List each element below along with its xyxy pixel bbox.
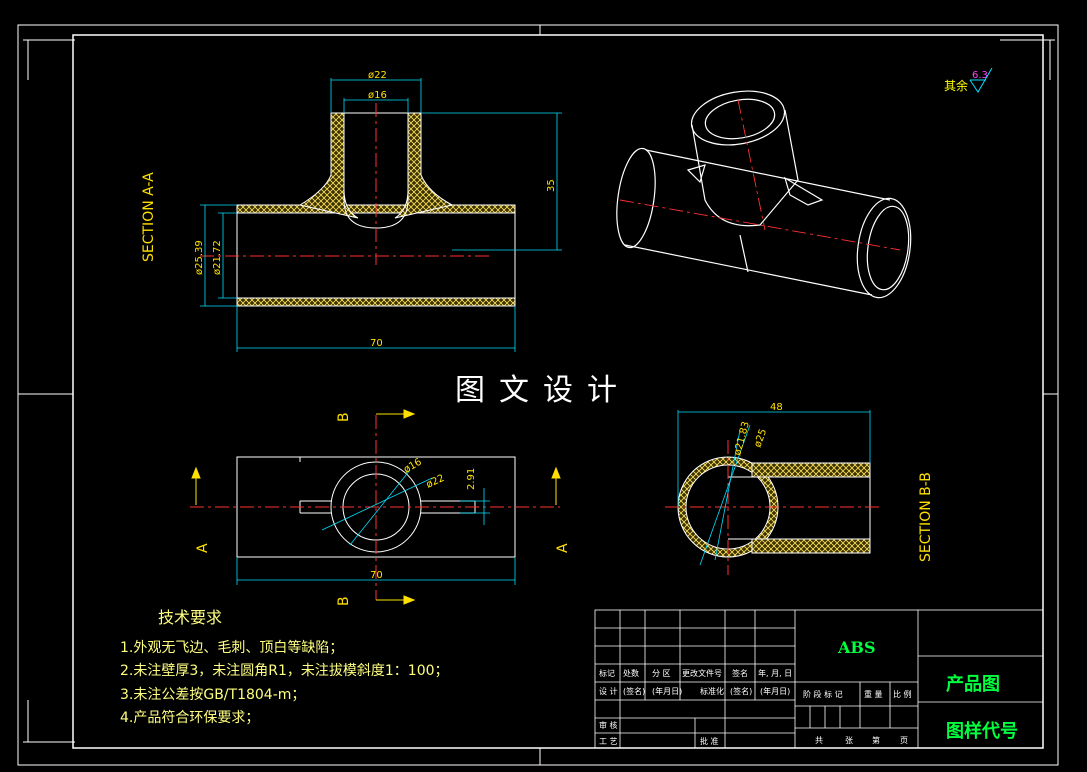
dim-d21: ø21.72	[212, 240, 223, 275]
tb-mark: 标记	[599, 668, 615, 678]
section-bb-label: SECTION B-B	[918, 472, 934, 562]
dim-len70-front: 70	[370, 338, 383, 349]
tb-standard: 标准化	[700, 686, 724, 696]
dim-h35: 35	[546, 179, 557, 192]
title-block: 标记 处数 分 区 更改文件号 签名 年, 月, 日 设 计 (签名) (年月日…	[594, 609, 1044, 749]
tb-date: 年, 月, 日	[758, 668, 792, 678]
dim-w291: 2.91	[466, 468, 477, 490]
tb-review: 审 核	[599, 720, 618, 730]
marker-a-left: A	[195, 543, 211, 553]
dim-d25-side: ø25	[752, 428, 769, 449]
tb-count: 处数	[623, 668, 639, 678]
tb-design-date: (年月日)	[652, 686, 682, 696]
section-aa-label: SECTION A-A	[141, 172, 157, 262]
tb-total: 共	[815, 736, 823, 745]
tb-weight: 重 量	[864, 689, 883, 699]
dim-d25: ø25.39	[194, 240, 205, 275]
isometric-view	[616, 90, 912, 299]
tb-design: 设 计	[599, 686, 618, 696]
tb-name: 产品图	[946, 673, 1000, 695]
dim-d16-top: ø16	[368, 90, 387, 101]
section-bb-view: 48 ø21.83 ø25 SECTION B-B	[665, 402, 934, 575]
tb-zone: 分 区	[652, 669, 671, 678]
marker-a-right: A	[555, 543, 571, 553]
tb-approve: 批 准	[700, 736, 719, 746]
marker-b-bottom: B	[336, 596, 352, 606]
tb-stage-mark: 阶 段 标 记	[803, 689, 843, 699]
tb-process: 工 艺	[599, 737, 618, 746]
surface-finish-note: 其余 6.3	[944, 67, 993, 93]
tb-sign: 签名	[732, 668, 748, 678]
tb-scale: 比 例	[893, 689, 912, 699]
tb-material: ABS	[837, 638, 876, 657]
tech-req-item-3: 3.未注公差按GB/T1804-m；	[120, 687, 305, 703]
section-aa-view: ø22 ø16 35 ø25.39 ø21.72 70 SECTION A-A	[141, 70, 562, 352]
tb-sheets: 张	[845, 736, 853, 745]
dim-d2183: ø21.83	[732, 420, 752, 456]
plan-view: A A B B ø16 ø22 2.91 70	[190, 409, 571, 606]
tech-req-item-2: 2.未注壁厚3，未注圆角R1，未注拔模斜度1：100；	[120, 663, 449, 679]
finish-label: 其余	[944, 78, 968, 93]
dim-d22-plan: ø22	[425, 473, 447, 491]
dim-d16-plan: ø16	[402, 457, 424, 476]
dim-w48: 48	[770, 402, 783, 413]
tech-req-item-4: 4.产品符合环保要求；	[120, 710, 259, 726]
tb-standard-date: (年月日)	[760, 686, 790, 696]
tech-req-item-1: 1.外观无飞边、毛刺、顶白等缺陷；	[120, 639, 343, 656]
tb-change-doc: 更改文件号	[682, 668, 722, 678]
watermark-title: 图文设计	[455, 373, 631, 408]
technical-requirements: 技术要求 1.外观无飞边、毛刺、顶白等缺陷； 2.未注壁厚3，未注圆角R1，未注…	[120, 608, 449, 726]
dim-len70-plan: 70	[370, 570, 383, 581]
tb-standard-sign: (签名)	[730, 686, 752, 696]
tb-no: 第	[872, 735, 880, 745]
dim-d22-top: ø22	[368, 70, 387, 81]
tb-page: 页	[900, 736, 908, 745]
tb-code: 图样代号	[946, 720, 1018, 742]
marker-b-top: B	[336, 412, 352, 422]
tb-design-sign: (签名)	[623, 686, 645, 696]
tech-req-title: 技术要求	[158, 608, 222, 627]
cad-drawing-sheet: ø22 ø16 35 ø25.39 ø21.72 70 SECTION A-A …	[17, 24, 1059, 766]
